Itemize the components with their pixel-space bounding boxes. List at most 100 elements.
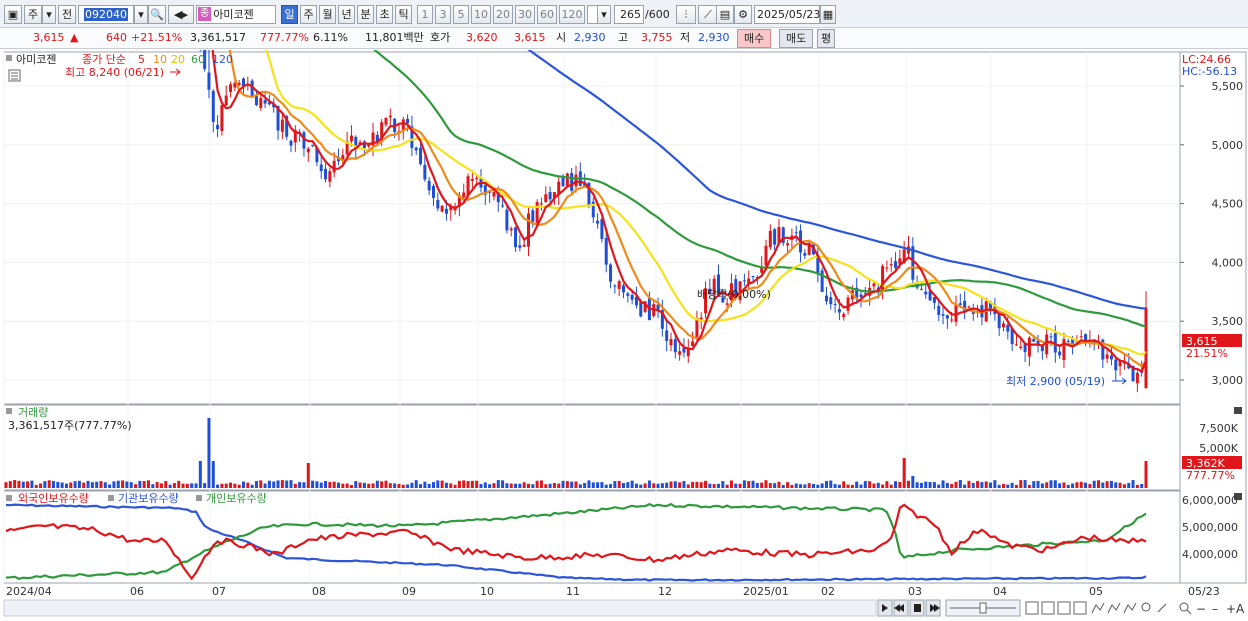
buy-button[interactable]: 매수 — [737, 29, 772, 48]
volume-bar — [147, 480, 150, 488]
gear-icon[interactable]: ⚙ — [734, 5, 752, 24]
font-size-icon[interactable]: A — [1236, 602, 1245, 616]
chart-scrollbar[interactable] — [3, 599, 877, 617]
volume-bar — [609, 484, 613, 488]
volume-bar — [393, 483, 397, 488]
candle-body — [773, 229, 777, 245]
period-second[interactable]: 초 — [376, 5, 393, 24]
speaker-icon[interactable]: ◀▸ — [168, 5, 194, 24]
trend2-icon[interactable] — [1107, 602, 1121, 614]
candle-body — [1144, 307, 1148, 389]
trend-icon[interactable] — [1091, 602, 1105, 614]
period-minute[interactable]: 분 — [357, 5, 374, 24]
volume-value: 3,361,517 — [190, 31, 246, 44]
chart-layout-icon[interactable]: ▣ — [4, 5, 22, 24]
volume-bar — [872, 483, 876, 488]
period-day[interactable]: 일 — [281, 5, 298, 24]
candle-body — [306, 148, 310, 153]
candle-body — [967, 306, 971, 308]
period-week[interactable]: 주 — [300, 5, 317, 24]
volume-bar — [103, 482, 107, 488]
interval-30[interactable]: 30 — [515, 5, 535, 24]
candle-body — [289, 140, 293, 146]
volume-bar — [527, 483, 530, 488]
avg-button[interactable]: 평 — [817, 29, 836, 48]
volume-bar — [855, 481, 859, 488]
interval-120[interactable]: 120 — [559, 5, 585, 24]
analysis-icon[interactable] — [1123, 602, 1137, 614]
volume-bar — [773, 483, 777, 488]
candle-body — [837, 309, 841, 313]
grid-icon[interactable] — [1073, 601, 1087, 615]
candle-body — [958, 303, 962, 305]
calendar-icon[interactable]: ▦ — [820, 5, 836, 24]
stock-code-dropdown-icon[interactable]: ▾ — [134, 5, 148, 24]
sell-button[interactable]: 매도 — [779, 29, 814, 48]
candle-type-icon[interactable]: ⫶ — [676, 5, 696, 24]
zoom-slider-handle[interactable] — [979, 602, 987, 614]
volume-bar — [885, 481, 889, 488]
zoom-icon[interactable] — [1179, 602, 1189, 612]
volume-value-label: 3,361,517주(777.77%) — [8, 419, 132, 432]
search-icon[interactable]: 🔍 — [148, 5, 166, 24]
volume-bar — [613, 481, 617, 488]
y-tick-label: 4,000 — [1212, 256, 1244, 269]
volume-bar — [1049, 480, 1053, 488]
count-input[interactable]: 265 — [614, 5, 644, 24]
ask-price-2: 3,615 — [514, 31, 546, 44]
volume-bar — [729, 480, 733, 488]
settings2-icon[interactable] — [1141, 602, 1151, 612]
volume-bar — [725, 484, 729, 488]
period-month[interactable]: 월 — [319, 5, 336, 24]
volume-bar — [82, 482, 86, 488]
candle-body — [324, 168, 328, 180]
compare-icon[interactable] — [1041, 601, 1055, 615]
stock-name-field[interactable]: 종 아미코젠 — [196, 5, 276, 24]
candle-body — [695, 317, 699, 338]
period-year[interactable]: 년 — [338, 5, 355, 24]
interval-5[interactable]: 5 — [453, 5, 469, 24]
zoom-in-icon[interactable]: + — [1226, 602, 1236, 616]
candle-body — [1014, 344, 1018, 346]
legend-foreign: 외국인보유수량 — [18, 492, 89, 505]
high-price: 3,755 — [641, 31, 673, 44]
volume-bar — [768, 483, 772, 488]
interval-60[interactable]: 60 — [537, 5, 557, 24]
layout-icon[interactable] — [1025, 601, 1039, 615]
volume-bar — [837, 484, 841, 488]
draw-tool-icon[interactable]: ⟋ — [698, 5, 718, 24]
save-icon[interactable]: ▤ — [716, 5, 734, 24]
holder-tick-label: 4,000,000 — [1182, 548, 1238, 561]
interval-1[interactable]: 1 — [417, 5, 433, 24]
interval-20[interactable]: 20 — [493, 5, 513, 24]
period-tick[interactable]: 틱 — [395, 5, 412, 24]
volume-panel[interactable] — [3, 404, 1181, 491]
prev-button[interactable]: 전 — [58, 5, 76, 24]
holder-panel[interactable] — [3, 490, 1181, 584]
volume-bar — [432, 482, 435, 488]
market-badge-icon: 종 — [198, 7, 212, 21]
draw-icon[interactable] — [1157, 603, 1167, 613]
market-type-dropdown-icon[interactable]: ▾ — [42, 5, 56, 24]
price-panel[interactable] — [3, 51, 1181, 405]
volume-bar — [1045, 482, 1049, 488]
volume-bar — [337, 482, 340, 488]
volume-bar — [945, 482, 949, 488]
candle-body — [388, 115, 392, 118]
candle-body — [522, 244, 526, 247]
up-arrow-icon: ▲ — [70, 31, 79, 44]
date-input[interactable]: 2025/05/23 — [754, 5, 820, 24]
interval-10[interactable]: 10 — [471, 5, 491, 24]
candle-body — [794, 232, 798, 234]
zoom-reset-icon[interactable]: – — [1212, 602, 1218, 616]
stock-code-input[interactable]: 092040 — [78, 5, 134, 24]
interval-3[interactable]: 3 — [435, 5, 451, 24]
market-type-select[interactable]: 주 — [24, 5, 42, 24]
y-tick-label: 3,000 — [1212, 374, 1244, 387]
interval-dropdown-icon[interactable]: ▾ — [597, 5, 611, 24]
tile-icon[interactable] — [1057, 601, 1071, 615]
volume-bar — [30, 480, 34, 488]
zoom-out-icon[interactable]: − — [1196, 602, 1206, 616]
stock-chart[interactable]: 아미코젠 종가 단순 5 10 20 60 120 LC:24.66 HC:-5… — [0, 0, 1248, 621]
volume-collapse-icon[interactable] — [1234, 407, 1242, 414]
